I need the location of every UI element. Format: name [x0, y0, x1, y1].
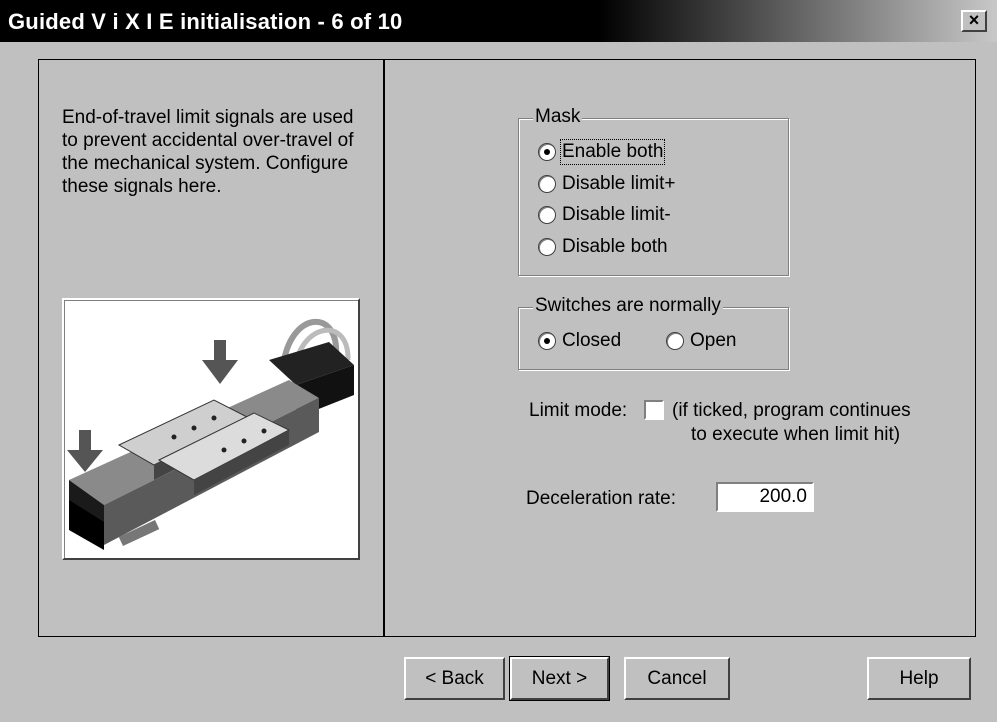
down-arrow-icon [67, 430, 103, 472]
radio-button[interactable] [538, 206, 556, 224]
wizard-window: Guided V i X I E initialisation - 6 of 1… [0, 0, 997, 722]
radio-label: Closed [562, 330, 622, 351]
down-arrow-icon [202, 340, 238, 384]
radio-label: Enable both [559, 139, 666, 165]
radio-button[interactable] [666, 332, 684, 350]
window-title: Guided V i X I E initialisation - 6 of 1… [8, 9, 403, 34]
radio-label: Disable limit+ [562, 173, 676, 194]
limit-mode-hint-line2: to execute when limit hit) [691, 424, 901, 445]
radio-label: Disable limit- [562, 204, 671, 225]
radio-button[interactable] [538, 143, 556, 161]
radio-button[interactable] [538, 238, 556, 256]
limit-mode-checkbox[interactable] [644, 400, 664, 420]
linear-stage-image [62, 298, 360, 560]
radio-disable-limit-plus[interactable]: Disable limit+ [538, 173, 676, 195]
radio-closed[interactable]: Closed [538, 330, 621, 352]
back-button[interactable]: < Back [404, 657, 505, 700]
help-button[interactable]: Help [867, 657, 971, 700]
title-bar: Guided V i X I E initialisation - 6 of 1… [0, 0, 997, 42]
switches-group-label: Switches are normally [533, 295, 723, 317]
next-button[interactable]: Next > [509, 656, 610, 701]
radio-disable-limit-minus[interactable]: Disable limit- [538, 204, 671, 226]
mask-group-label: Mask [533, 106, 583, 128]
radio-button[interactable] [538, 175, 556, 193]
radio-open[interactable]: Open [666, 330, 736, 352]
panel-divider [383, 59, 385, 637]
linear-stage-illustration [67, 318, 354, 550]
deceleration-label: Deceleration rate: [526, 488, 676, 509]
radio-enable-both[interactable]: Enable both [538, 139, 666, 165]
close-icon[interactable]: × [961, 10, 987, 32]
radio-label: Open [690, 330, 737, 351]
radio-label: Disable both [562, 236, 668, 257]
radio-disable-both[interactable]: Disable both [538, 236, 668, 258]
cancel-button[interactable]: Cancel [624, 657, 730, 700]
deceleration-input[interactable]: 200.0 [716, 482, 814, 512]
limit-mode-hint-line1: (if ticked, program continues [672, 400, 911, 421]
description-text: End-of-travel limit signals are used to … [62, 107, 354, 197]
radio-button[interactable] [538, 332, 556, 350]
limit-mode-label: Limit mode: [529, 400, 628, 421]
